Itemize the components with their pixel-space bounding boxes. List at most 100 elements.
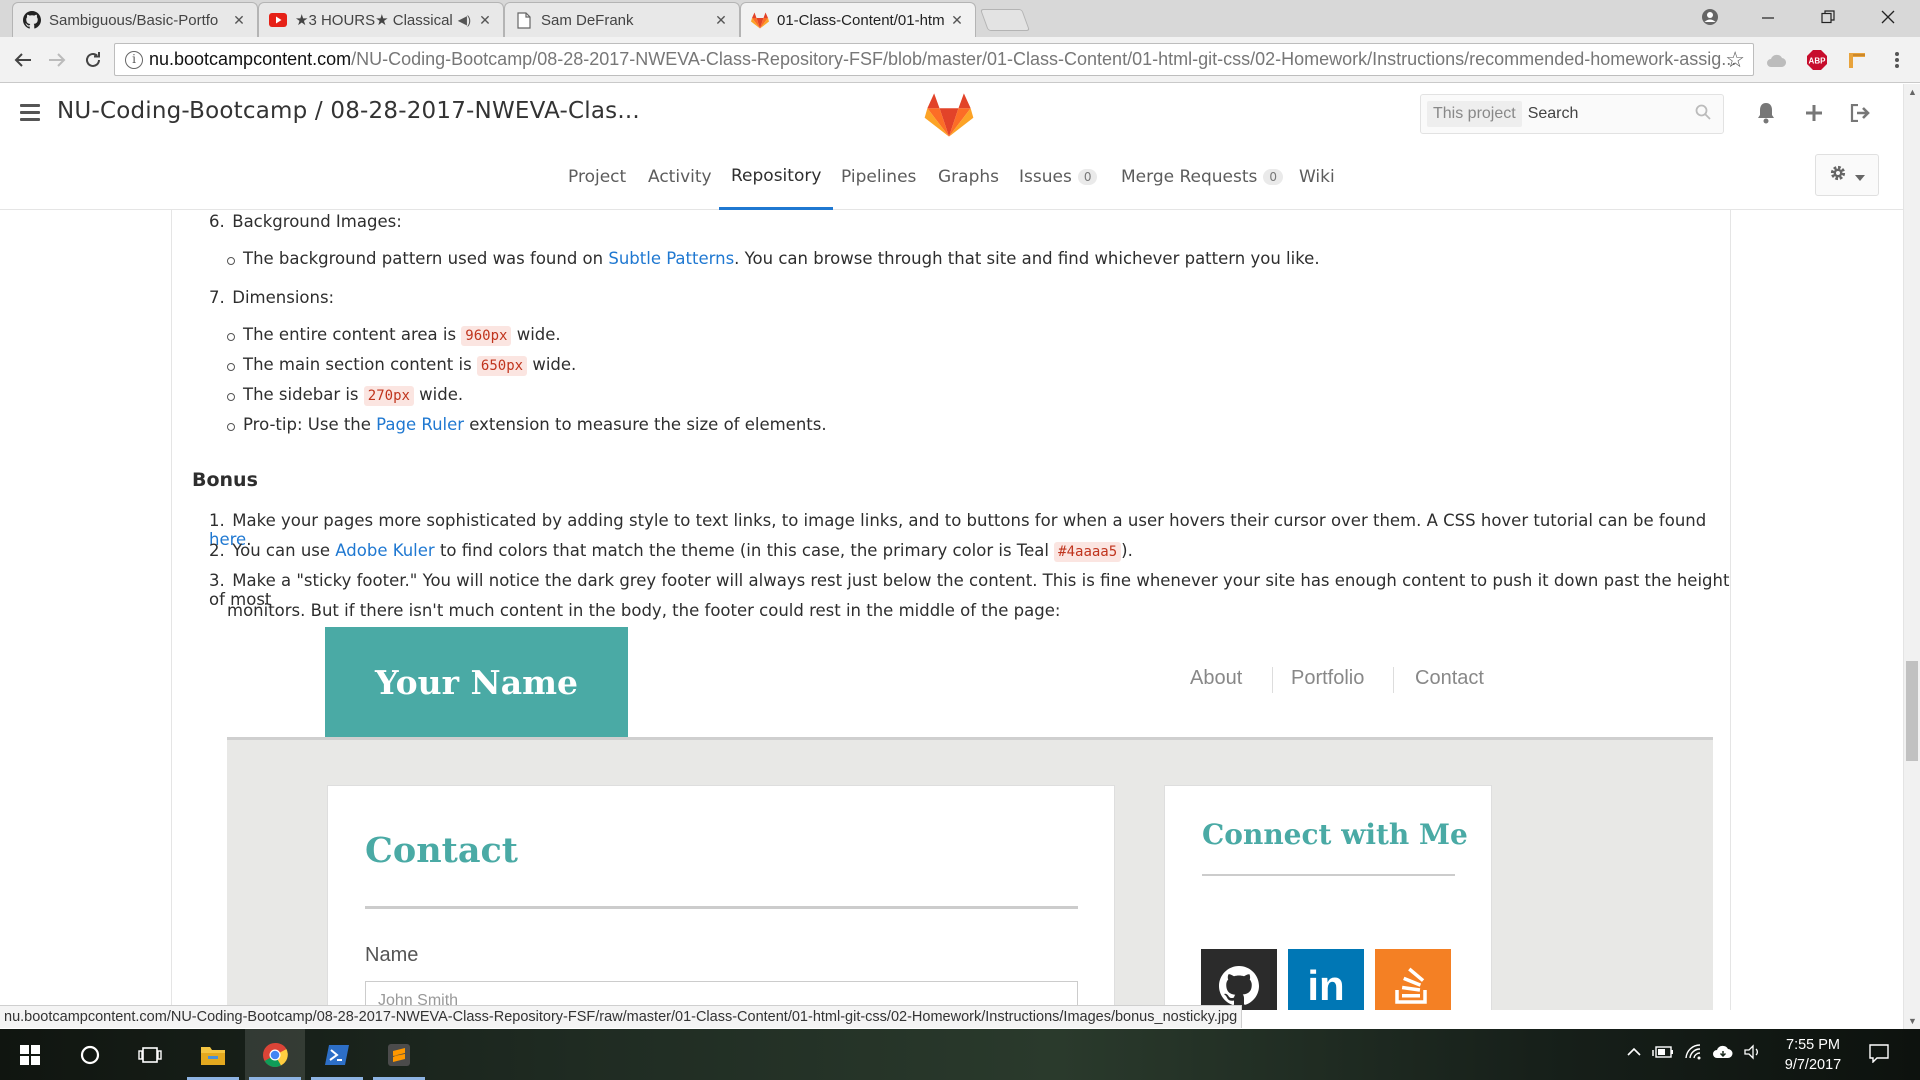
volume-icon[interactable]: [1743, 1044, 1763, 1064]
bell-icon[interactable]: [1751, 98, 1781, 128]
clock-date: 9/7/2017: [1784, 1057, 1842, 1073]
stackoverflow-icon: [1375, 949, 1451, 1010]
onedrive-icon[interactable]: [1712, 1044, 1734, 1064]
chrome-menu-icon[interactable]: [1886, 49, 1908, 71]
browser-tab-gitlab[interactable]: 01-Class-Content/01-htm ✕: [740, 2, 976, 37]
close-icon[interactable]: ✕: [477, 12, 493, 29]
code-snippet: 960px: [461, 326, 512, 346]
back-arrow-icon[interactable]: [8, 45, 38, 75]
bookmark-star-icon[interactable]: ☆: [1725, 47, 1745, 73]
chevron-down-icon: [1855, 165, 1865, 186]
forward-arrow-icon[interactable]: [42, 45, 72, 75]
image-nav-portfolio: Portfolio: [1291, 667, 1365, 689]
close-icon[interactable]: ✕: [231, 12, 247, 29]
list-item: The background pattern used was found on…: [227, 249, 1320, 268]
scroll-up-icon[interactable]: ▲: [1908, 87, 1917, 97]
windows-taskbar: 7:55 PM 9/7/2017: [0, 1029, 1920, 1080]
system-clock[interactable]: 7:55 PM 9/7/2017: [1763, 1035, 1863, 1075]
browser-toolbar: i nu.bootcampcontent.com/NU-Coding-Bootc…: [0, 37, 1920, 83]
scroll-down-icon[interactable]: ▼: [1908, 1016, 1917, 1026]
powershell-icon[interactable]: [307, 1029, 367, 1080]
hamburger-menu-icon[interactable]: [20, 104, 40, 125]
bonus-heading: Bonus: [192, 469, 258, 491]
task-view-icon[interactable]: [120, 1029, 180, 1080]
svg-text:ABP: ABP: [1809, 57, 1827, 66]
image-body: Contact Name John Smith Connect with Me: [227, 737, 1713, 1010]
sign-out-icon[interactable]: [1846, 98, 1876, 128]
tab-pipelines[interactable]: Pipelines: [841, 144, 916, 210]
browser-tab-youtube[interactable]: ★3 HOURS★ Classical ◀) ✕: [258, 2, 504, 37]
chevron-up-icon[interactable]: [1626, 1044, 1642, 1064]
tab-issues[interactable]: Issues 0: [1019, 144, 1098, 210]
site-info-icon[interactable]: i: [125, 51, 143, 69]
connect-heading: Connect with Me: [1202, 818, 1468, 851]
gitlab-header: NU-Coding-Bootcamp / 08-28-2017-NWEVA-Cl…: [0, 84, 1920, 210]
name-label: Name: [365, 944, 419, 966]
list-item-continuation: monitors. But if there isn't much conten…: [227, 601, 1061, 620]
speaker-muted-icon[interactable]: ◀): [458, 13, 471, 27]
file-explorer-icon[interactable]: [183, 1029, 243, 1080]
browser-tab-sam-defrank[interactable]: Sam DeFrank ✕: [504, 2, 740, 37]
linkedin-icon: in: [1288, 949, 1364, 1010]
restore-icon[interactable]: [1800, 0, 1856, 34]
cortana-icon[interactable]: [60, 1029, 120, 1080]
tab-title: Sambiguous/Basic-Portfo: [49, 11, 219, 29]
tab-project[interactable]: Project: [568, 144, 626, 210]
adobe-kuler-link[interactable]: Adobe Kuler: [335, 541, 434, 560]
code-snippet: 650px: [476, 356, 528, 376]
notification-center-icon[interactable]: [1868, 1043, 1890, 1067]
sublime-text-icon[interactable]: [369, 1029, 429, 1080]
page-scrollbar[interactable]: ▲ ▼: [1903, 84, 1920, 1029]
wifi-icon[interactable]: [1684, 1044, 1704, 1064]
settings-dropdown-button[interactable]: [1815, 154, 1879, 196]
chrome-icon[interactable]: [245, 1029, 305, 1080]
tab-title: Sam DeFrank: [541, 11, 634, 29]
ruler-extension-icon[interactable]: [1846, 49, 1868, 71]
gear-icon: [1829, 164, 1847, 187]
minimize-icon[interactable]: [1740, 0, 1796, 34]
nav-divider: [1272, 667, 1273, 693]
drive-extension-icon[interactable]: [1765, 49, 1787, 71]
nav-divider: [1393, 667, 1394, 693]
project-search[interactable]: This project Search: [1420, 94, 1724, 134]
reload-icon[interactable]: [78, 45, 108, 75]
issues-count-badge: 0: [1077, 169, 1098, 185]
search-input[interactable]: Search: [1528, 105, 1695, 123]
code-snippet: 270px: [363, 386, 414, 406]
markdown-content: 6. Background Images: The background pat…: [171, 210, 1731, 1010]
user-profile-icon[interactable]: [1682, 0, 1738, 34]
project-title[interactable]: NU-Coding-Bootcamp / 08-28-2017-NWEVA-Cl…: [57, 98, 640, 124]
list-item: The entire content area is 960px wide.: [227, 325, 561, 346]
scrollbar-thumb[interactable]: [1906, 661, 1918, 761]
browser-tab-github[interactable]: Sambiguous/Basic-Portfo ✕: [12, 2, 258, 37]
url-path: /NU-Coding-Bootcamp/08-28-2017-NWEVA-Cla…: [351, 49, 1737, 69]
project-nav: Project Activity Repository Pipelines Gr…: [0, 144, 1920, 210]
battery-icon[interactable]: [1652, 1044, 1674, 1064]
close-icon[interactable]: ✕: [713, 12, 729, 29]
image-nav-about: About: [1190, 667, 1243, 689]
page-ruler-link[interactable]: Page Ruler: [376, 415, 464, 434]
url-host: nu.bootcampcontent.com: [149, 49, 352, 69]
window-close-icon[interactable]: [1860, 0, 1916, 34]
tab-repository[interactable]: Repository: [719, 144, 834, 210]
close-icon[interactable]: ✕: [949, 12, 965, 29]
bonus-nosticky-image[interactable]: Your Name About Portfolio Contact Contac…: [227, 627, 1713, 1010]
tab-merge-requests[interactable]: Merge Requests 0: [1121, 144, 1284, 210]
start-icon[interactable]: [0, 1029, 60, 1080]
subtle-patterns-link[interactable]: Subtle Patterns: [608, 249, 734, 268]
search-scope-badge: This project: [1427, 101, 1522, 127]
merge-requests-count-badge: 0: [1263, 169, 1284, 185]
contact-card: Contact Name John Smith: [327, 785, 1115, 1010]
list-item: 7. Dimensions:: [209, 288, 335, 307]
tab-wiki[interactable]: Wiki: [1299, 144, 1335, 210]
address-bar[interactable]: i nu.bootcampcontent.com/NU-Coding-Bootc…: [114, 43, 1754, 76]
tab-graphs[interactable]: Graphs: [938, 144, 999, 210]
youtube-icon: [269, 11, 287, 29]
plus-icon[interactable]: [1799, 98, 1829, 128]
new-tab-button[interactable]: [979, 9, 1031, 31]
clock-time: 7:55 PM: [1786, 1037, 1840, 1053]
tab-activity[interactable]: Activity: [648, 144, 712, 210]
gitlab-logo-icon[interactable]: [924, 92, 974, 143]
browser-tab-strip: Sambiguous/Basic-Portfo ✕ ★3 HOURS★ Clas…: [0, 0, 1920, 37]
adblock-plus-icon[interactable]: ABP: [1806, 49, 1828, 71]
